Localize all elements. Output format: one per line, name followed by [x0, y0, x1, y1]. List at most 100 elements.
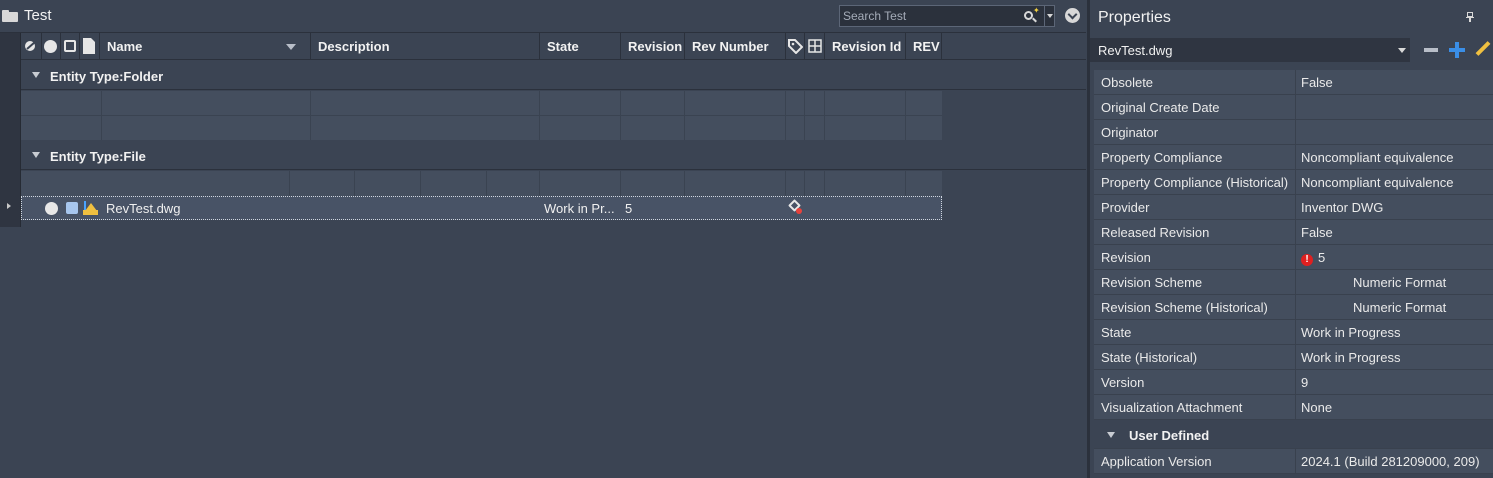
- property-key: Property Compliance: [1101, 150, 1223, 165]
- property-key: State: [1101, 325, 1132, 340]
- folder-icon: [2, 10, 18, 22]
- column-name[interactable]: Name: [100, 33, 311, 60]
- property-key: Revision: [1101, 250, 1151, 265]
- property-value: Noncompliant equivalence: [1301, 175, 1454, 190]
- column-rev-number[interactable]: Rev Number: [685, 33, 786, 60]
- chevron-down-icon[interactable]: [1398, 48, 1406, 53]
- dwg-file-icon: [83, 200, 99, 216]
- search-input[interactable]: [843, 8, 1019, 24]
- tag-warning-icon: [788, 199, 803, 214]
- tag-icon: [788, 39, 803, 54]
- properties-title: Properties: [1098, 9, 1171, 26]
- column-revision[interactable]: Revision: [621, 33, 685, 60]
- column-grid-view[interactable]: [805, 33, 825, 60]
- property-key: Property Compliance (Historical): [1101, 175, 1289, 190]
- property-value: 9: [1301, 375, 1309, 390]
- property-value: False: [1301, 75, 1333, 90]
- property-row[interactable]: Obsolete False: [1094, 70, 1493, 95]
- column-tag[interactable]: [786, 33, 805, 60]
- group-folder[interactable]: Entity Type:Folder: [21, 61, 1086, 90]
- column-status[interactable]: [42, 33, 61, 60]
- property-row[interactable]: State (Historical) Work in Progress: [1094, 345, 1493, 370]
- collapse-group-icon[interactable]: [32, 72, 40, 78]
- property-row[interactable]: Revision! 5: [1094, 245, 1493, 270]
- pin-icon[interactable]: [1466, 12, 1474, 22]
- collapse-group-icon[interactable]: [32, 152, 40, 158]
- property-key: Originator: [1101, 125, 1159, 140]
- column-rev[interactable]: REV: [906, 33, 942, 60]
- remove-property-button[interactable]: [1424, 48, 1438, 52]
- column-description[interactable]: Description: [311, 33, 540, 60]
- document-icon: [83, 38, 95, 54]
- property-row[interactable]: Property Compliance Noncompliant equivale…: [1094, 145, 1493, 170]
- table-row[interactable]: RevTest.dwg Work in Pr... 5: [21, 196, 942, 220]
- selected-item-dropdown[interactable]: RevTest.dwg: [1090, 38, 1410, 62]
- folder-title: Test: [24, 7, 52, 24]
- property-group-label: User Defined: [1129, 428, 1210, 443]
- property-value: Work in Progress: [1301, 350, 1401, 365]
- property-value: False: [1301, 225, 1333, 240]
- row-state: Work in Pr...: [544, 201, 615, 216]
- column-rev-label: REV: [913, 39, 940, 54]
- file-group-spacer-row: [21, 171, 942, 196]
- column-description-label: Description: [318, 39, 390, 54]
- property-row[interactable]: Revision Scheme (Historical) Numeric Form…: [1094, 295, 1493, 320]
- property-value: ! 5: [1301, 250, 1325, 266]
- properties-table: Obsolete False Original Create Date Origi…: [1094, 70, 1493, 474]
- property-value: Numeric Format: [1353, 275, 1447, 290]
- property-key: Revision Scheme: [1101, 275, 1203, 290]
- column-state[interactable]: State: [540, 33, 621, 60]
- group-file[interactable]: Entity Type:File: [21, 141, 1086, 170]
- current-row-indicator-icon: [7, 203, 11, 209]
- grid-header: Name Description State Revision Rev Numb…: [21, 33, 1086, 60]
- property-value: Noncompliant equivalence: [1301, 150, 1454, 165]
- column-entity-icon[interactable]: [21, 33, 42, 60]
- property-row[interactable]: Property Compliance (Historical) Noncompl…: [1094, 170, 1493, 195]
- property-key: Provider: [1101, 200, 1150, 215]
- property-row[interactable]: Revision Scheme Numeric Format: [1094, 270, 1493, 295]
- selected-item-value: RevTest.dwg: [1098, 43, 1173, 58]
- property-row[interactable]: Originator: [1094, 120, 1493, 145]
- property-value: 2024.1 (Build 281209000, 209): [1301, 454, 1480, 469]
- search-icon[interactable]: ✦: [1022, 7, 1040, 24]
- property-row[interactable]: Version 9: [1094, 370, 1493, 395]
- property-key: Revision Scheme (Historical): [1101, 300, 1268, 315]
- status-circle-icon: [45, 202, 58, 215]
- property-value: Work in Progress: [1301, 325, 1401, 340]
- checked-in-icon: [66, 202, 78, 214]
- property-group-user-defined[interactable]: User Defined: [1094, 420, 1493, 449]
- row-gutter: [0, 33, 21, 227]
- warning-icon: !: [1301, 254, 1313, 266]
- column-revision-id-label: Revision Id: [832, 39, 902, 54]
- property-key: State (Historical): [1101, 350, 1198, 365]
- property-value: None: [1301, 400, 1333, 415]
- property-key: Obsolete: [1101, 75, 1154, 90]
- property-row[interactable]: Original Create Date: [1094, 95, 1493, 120]
- group-file-label: Entity Type:File: [50, 149, 146, 164]
- column-name-label: Name: [107, 39, 143, 54]
- property-value: Inventor DWG: [1301, 200, 1384, 215]
- checkbox-icon: [64, 40, 76, 52]
- collapse-group-icon[interactable]: [1107, 432, 1115, 438]
- property-value: Numeric Format: [1353, 300, 1447, 315]
- search-options-dropdown[interactable]: [1044, 6, 1054, 26]
- search-box[interactable]: ✦: [839, 5, 1055, 27]
- column-revision-id[interactable]: Revision Id: [825, 33, 906, 60]
- column-revision-label: Revision: [628, 39, 683, 54]
- sort-descending-icon[interactable]: [286, 44, 296, 50]
- property-row[interactable]: Released Revision False: [1094, 220, 1493, 245]
- column-file-type[interactable]: [80, 33, 100, 60]
- add-property-button[interactable]: [1449, 42, 1465, 58]
- collapse-panel-icon[interactable]: [1065, 8, 1080, 23]
- property-key: Application Version: [1101, 454, 1212, 469]
- revision-value: 5: [1318, 250, 1326, 265]
- property-row[interactable]: State Work in Progress: [1094, 320, 1493, 345]
- row-name: RevTest.dwg: [106, 201, 181, 216]
- property-row[interactable]: Provider Inventor DWG: [1094, 195, 1493, 220]
- entity-type-icon: [25, 41, 36, 51]
- column-checkout[interactable]: [61, 33, 80, 60]
- property-row[interactable]: Visualization Attachment None: [1094, 395, 1493, 420]
- edit-pencil-icon[interactable]: [1475, 41, 1491, 57]
- property-row[interactable]: Application Version 2024.1 (Build 2812090…: [1094, 449, 1493, 474]
- property-key: Version: [1101, 375, 1145, 390]
